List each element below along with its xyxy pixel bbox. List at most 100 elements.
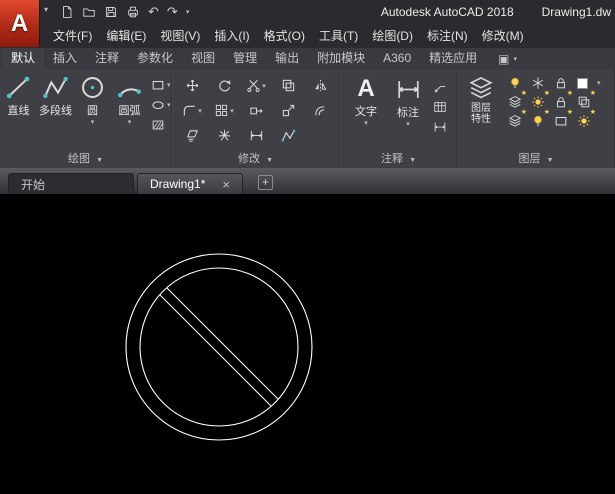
qat-dropdown-icon[interactable]: ▾	[186, 8, 190, 16]
autocad-logo: A	[10, 9, 29, 37]
polyline-icon	[42, 74, 69, 101]
layer-thaw-icon[interactable]	[577, 108, 596, 128]
leader-tool-button[interactable]	[433, 80, 447, 94]
drawing-canvas[interactable]	[0, 194, 615, 494]
titlebar: ↶ ↷ ▾ Autodesk AutoCAD 2018 Drawing1.dw	[52, 0, 615, 24]
dimension-style-button[interactable]	[433, 120, 447, 134]
text-tool-button[interactable]: A 文字 ▾	[346, 71, 386, 152]
scale-tool-icon[interactable]	[281, 103, 296, 118]
circle-flyout-caret-icon[interactable]: ▾	[91, 118, 95, 126]
app-menu-caret-icon[interactable]: ▾	[44, 5, 48, 14]
undo-icon[interactable]: ↶	[148, 5, 159, 19]
menu-file[interactable]: 文件(F)	[46, 25, 99, 48]
save-icon[interactable]	[104, 5, 118, 19]
annotate-panel-label[interactable]: 注释 ▼	[340, 152, 457, 168]
layers-panel-caret-icon: ▼	[546, 157, 554, 164]
ribbon-tab-addins[interactable]: 附加模块	[308, 48, 374, 69]
ribbon-tab-home[interactable]: 默认	[2, 48, 45, 69]
menu-dimension[interactable]: 标注(N)	[420, 25, 475, 48]
text-tool-icon: A	[357, 75, 375, 102]
polyline-tool-label: 多段线	[39, 105, 72, 117]
menu-insert[interactable]: 插入(I)	[207, 25, 256, 48]
ribbon-tab-view[interactable]: 视图	[182, 48, 224, 69]
drawing-viewport	[0, 194, 615, 494]
layer-freeze-icon[interactable]	[531, 76, 545, 90]
hatch-tool-button[interactable]	[151, 118, 171, 132]
mirror-tool-icon[interactable]	[313, 78, 328, 93]
arc-icon	[116, 74, 143, 101]
rotate-tool-icon[interactable]	[217, 78, 232, 93]
trim-tool-icon[interactable]: ▾	[246, 78, 266, 93]
ribbon-tab-bar: 默认 插入 注释 参数化 视图 管理 输出 附加模块 A360 精选应用 ▣ ▾	[0, 48, 615, 69]
ribbon-tab-featured-apps[interactable]: 精选应用	[420, 48, 486, 69]
draw-panel-body: 直线 多段线 圆 ▾ 圆弧 ▾ ▾ ▾	[0, 69, 171, 152]
menubar: 文件(F) 编辑(E) 视图(V) 插入(I) 格式(O) 工具(T) 绘图(D…	[46, 25, 615, 48]
ribbon-options-button[interactable]: ▣ ▾	[498, 48, 517, 69]
modify-panel-body: ▾ ▾ ▾	[172, 69, 339, 152]
stretch-tool-icon[interactable]	[249, 103, 264, 118]
layer-on-off-icon[interactable]	[508, 76, 522, 90]
copy-tool-icon[interactable]	[281, 78, 296, 93]
layer-state-icon[interactable]	[508, 89, 527, 109]
layer-merge-icon[interactable]	[554, 108, 573, 128]
layer-match-icon[interactable]	[577, 89, 596, 109]
redo-icon[interactable]: ↷	[167, 5, 178, 19]
modify-panel-label[interactable]: 修改 ▼	[172, 152, 339, 168]
layer-color-swatch[interactable]	[577, 77, 588, 89]
rectangle-tool-button[interactable]: ▾	[151, 78, 171, 92]
draw-panel-caret-icon: ▼	[96, 157, 103, 164]
array-tool-icon[interactable]: ▾	[214, 103, 234, 118]
text-flyout-caret-icon[interactable]: ▾	[364, 119, 368, 127]
layer-on-all-icon[interactable]	[531, 108, 550, 128]
layer-properties-button[interactable]: 图层特性	[458, 69, 504, 152]
menu-format[interactable]: 格式(O)	[257, 25, 312, 48]
divide-tool-icon[interactable]	[281, 128, 296, 143]
dimension-flyout-caret-icon[interactable]: ▾	[406, 120, 410, 128]
ribbon-tab-insert[interactable]: 插入	[44, 48, 86, 69]
window-header: A ▾ ↶ ↷ ▾ Autodesk AutoCAD 2018 Drawing1…	[0, 0, 615, 48]
ellipse-tool-button[interactable]: ▾	[151, 98, 171, 112]
tab-close-icon[interactable]: ×	[222, 178, 230, 191]
dimension-tool-button[interactable]: 标注 ▾	[386, 71, 430, 152]
explode-tool-icon[interactable]	[217, 128, 232, 143]
ribbon-tab-annotate[interactable]: 注释	[86, 48, 128, 69]
draw-panel-label[interactable]: 绘图 ▼	[0, 152, 171, 168]
menu-modify[interactable]: 修改(M)	[475, 25, 531, 48]
menu-view[interactable]: 视图(V)	[153, 25, 207, 48]
menu-edit[interactable]: 编辑(E)	[99, 25, 153, 48]
polyline-tool-button[interactable]: 多段线	[37, 69, 74, 152]
table-tool-button[interactable]	[433, 100, 447, 114]
new-drawing-button[interactable]: +	[258, 175, 273, 190]
app-menu-button[interactable]: A	[0, 0, 40, 47]
ribbon-tab-a360[interactable]: A360	[374, 48, 420, 69]
tab-drawing1-label: Drawing1*	[150, 177, 206, 191]
layer-lock-icon[interactable]	[554, 76, 568, 90]
tab-start[interactable]: 开始	[8, 173, 134, 194]
layer-walk-icon[interactable]	[508, 108, 527, 128]
layer-lock-fade-icon[interactable]	[554, 89, 573, 109]
layer-isolate-icon[interactable]	[531, 89, 550, 109]
open-file-icon[interactable]	[82, 5, 96, 19]
layers-panel-label[interactable]: 图层 ▼	[458, 152, 614, 168]
ribbon-tab-manage[interactable]: 管理	[224, 48, 266, 69]
menu-draw[interactable]: 绘图(D)	[365, 25, 420, 48]
line-tool-button[interactable]: 直线	[0, 69, 37, 152]
modify-panel-caret-icon: ▼	[266, 157, 273, 164]
move-tool-icon[interactable]	[185, 78, 200, 93]
layer-dropdown-caret-icon[interactable]: ▾	[597, 79, 601, 87]
tab-start-label: 开始	[21, 177, 46, 192]
tab-drawing1[interactable]: Drawing1* ×	[137, 173, 243, 194]
layers-panel-body: 图层特性 ▾	[458, 69, 614, 152]
menu-tools[interactable]: 工具(T)	[312, 25, 365, 48]
offset-tool-icon[interactable]	[313, 103, 328, 118]
fillet-tool-icon[interactable]: ▾	[182, 103, 202, 118]
circle-tool-button[interactable]: 圆 ▾	[74, 69, 111, 152]
plot-icon[interactable]	[126, 5, 140, 19]
new-file-icon[interactable]	[60, 5, 74, 19]
ribbon-tab-output[interactable]: 输出	[266, 48, 308, 69]
arc-tool-button[interactable]: 圆弧 ▾	[111, 69, 148, 152]
measure-tool-icon[interactable]	[249, 128, 264, 143]
arc-flyout-caret-icon[interactable]: ▾	[128, 118, 132, 126]
erase-tool-icon[interactable]	[185, 128, 200, 143]
ribbon-tab-parametric[interactable]: 参数化	[128, 48, 182, 69]
